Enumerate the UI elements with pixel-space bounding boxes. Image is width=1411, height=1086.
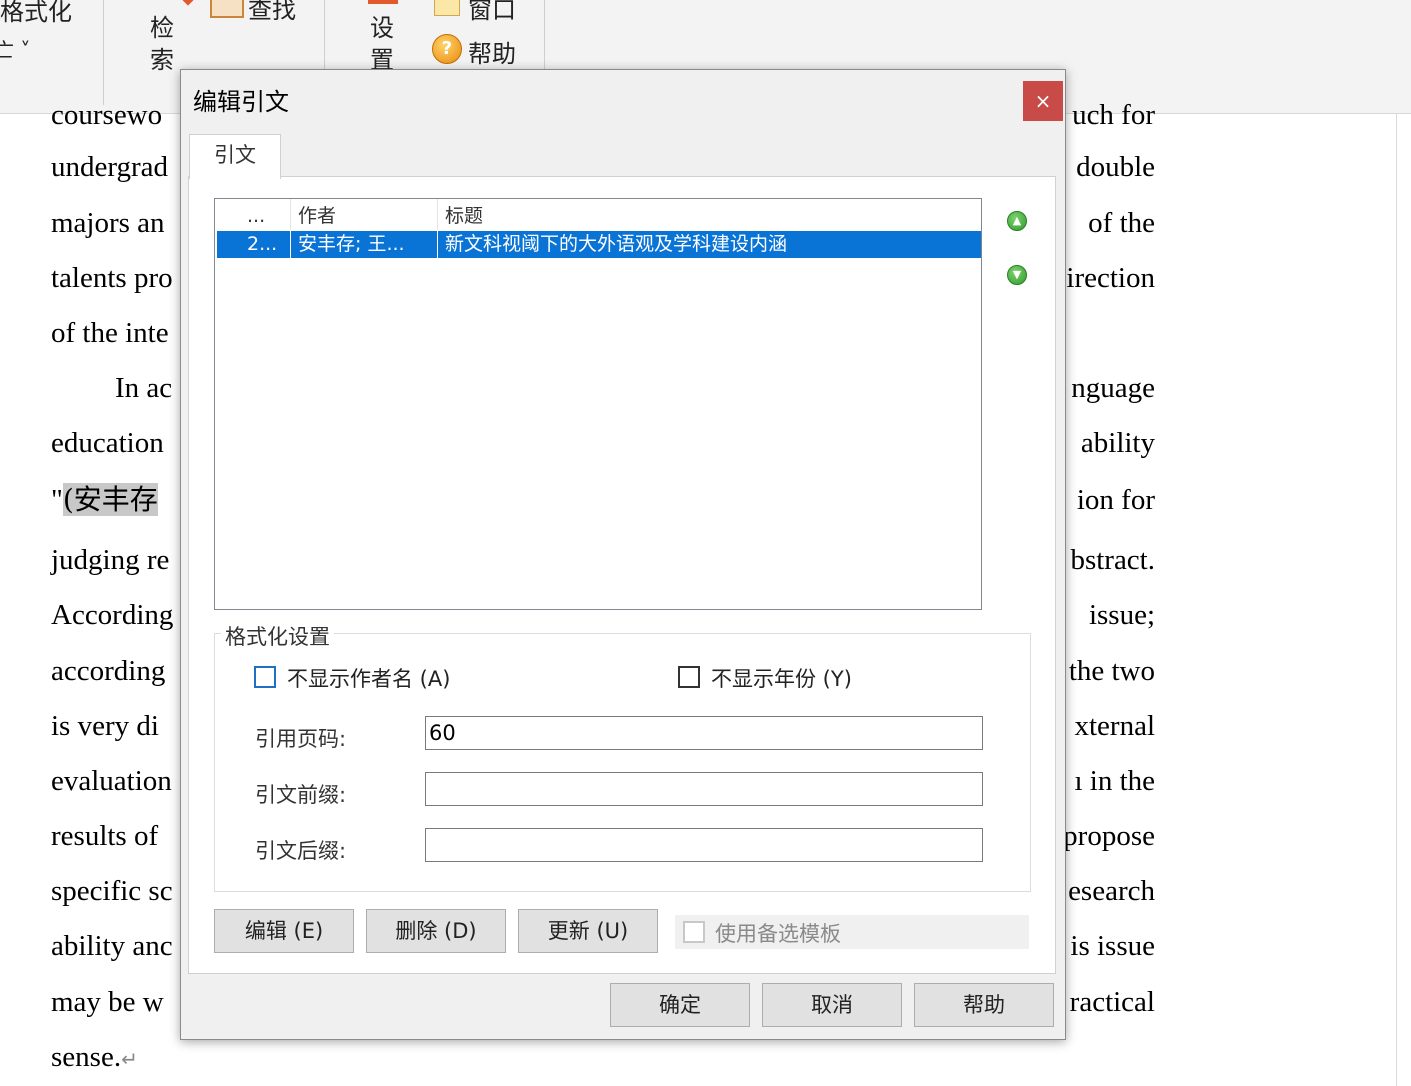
settings-icon xyxy=(368,0,398,4)
column-header-title[interactable]: 标题 xyxy=(438,199,981,229)
arrow-up-icon: ▲ xyxy=(1012,214,1022,227)
ok-button[interactable]: 确定 xyxy=(610,983,750,1027)
ribbon-separator xyxy=(103,0,104,105)
alt-template-option: 使用备选模板 xyxy=(675,915,1029,949)
suffix-label: 引文后缀: xyxy=(255,839,347,863)
prefix-input[interactable] xyxy=(425,772,983,806)
delete-button[interactable]: 删除 (D) xyxy=(366,909,506,953)
list-header: ... 作者 标题 xyxy=(215,199,981,229)
citation-highlight[interactable]: (安丰存 xyxy=(62,483,158,516)
cell-author: 安丰存; 王... xyxy=(291,231,438,258)
prefix-label: 引文前缀: xyxy=(255,783,347,807)
alt-template-checkbox xyxy=(683,921,705,943)
ribbon-window-button[interactable]: 窗口 xyxy=(468,0,516,25)
update-button[interactable]: 更新 (U) xyxy=(518,909,658,953)
move-down-button[interactable]: ▼ xyxy=(1007,265,1027,285)
alt-template-label: 使用备选模板 xyxy=(715,922,841,946)
ribbon-settings-button-label-1[interactable]: 设 xyxy=(370,8,394,43)
arrow-down-icon: ▼ xyxy=(1012,268,1022,281)
page-number-label: 引用页码: xyxy=(255,727,347,751)
page-number-input[interactable] xyxy=(425,716,983,750)
cell-number: 2... xyxy=(240,231,291,258)
hide-author-checkbox[interactable] xyxy=(254,666,276,688)
cell-title: 新文科视阈下的大外语观及学科建设内涵 xyxy=(445,233,788,255)
ribbon-separator xyxy=(324,0,325,70)
ribbon-dropdown-fragment[interactable]: 亡 ˅ xyxy=(0,34,30,63)
page-edge xyxy=(1396,113,1397,1086)
find-icon[interactable] xyxy=(210,0,244,18)
cancel-button[interactable]: 取消 xyxy=(762,983,902,1027)
suffix-input[interactable] xyxy=(425,828,983,862)
edit-citation-dialog: 编辑引文 × 引文 ... 作者 标题 2... 安丰存; 王... 新文科视阈… xyxy=(180,69,1066,1040)
hide-author-label[interactable]: 不显示作者名 (A) xyxy=(287,663,450,693)
citation-list[interactable]: ... 作者 标题 2... 安丰存; 王... 新文科视阈下的大外语观及学科建… xyxy=(214,198,982,610)
ribbon-search-button-label-1[interactable]: 检 xyxy=(150,8,174,43)
hide-year-label[interactable]: 不显示年份 (Y) xyxy=(711,663,852,693)
close-icon: × xyxy=(1034,89,1052,113)
ribbon-find-button[interactable]: 查找 xyxy=(248,0,296,25)
window-icon[interactable] xyxy=(434,0,460,16)
dialog-title: 编辑引文 xyxy=(193,88,289,116)
ribbon-search-button-label-2[interactable]: 索 xyxy=(150,40,174,75)
format-settings-legend: 格式化设置 xyxy=(221,621,334,651)
ribbon-format-fragment[interactable]: 格式化 xyxy=(0,0,72,27)
close-button[interactable]: × xyxy=(1023,81,1063,121)
help-icon[interactable]: ? xyxy=(432,34,462,64)
citation-tab-panel: ... 作者 标题 2... 安丰存; 王... 新文科视阈下的大外语观及学科建… xyxy=(188,176,1056,974)
edit-button[interactable]: 编辑 (E) xyxy=(214,909,354,953)
help-button[interactable]: 帮助 xyxy=(914,983,1054,1027)
ribbon-separator xyxy=(544,0,545,70)
column-header-author[interactable]: 作者 xyxy=(291,199,438,229)
tab-citation[interactable]: 引文 xyxy=(189,134,281,179)
ribbon-help-button[interactable]: 帮助 xyxy=(468,34,516,69)
hide-year-checkbox[interactable] xyxy=(678,666,700,688)
list-item-selected[interactable]: 2... 安丰存; 王... 新文科视阈下的大外语观及学科建设内涵 xyxy=(217,231,981,258)
move-up-button[interactable]: ▲ xyxy=(1007,211,1027,231)
doc-line: sense.↵ xyxy=(51,1041,138,1073)
paragraph-mark-icon: ↵ xyxy=(121,1047,138,1071)
red-marker-icon xyxy=(182,0,194,6)
column-header-number[interactable]: ... xyxy=(240,199,291,229)
